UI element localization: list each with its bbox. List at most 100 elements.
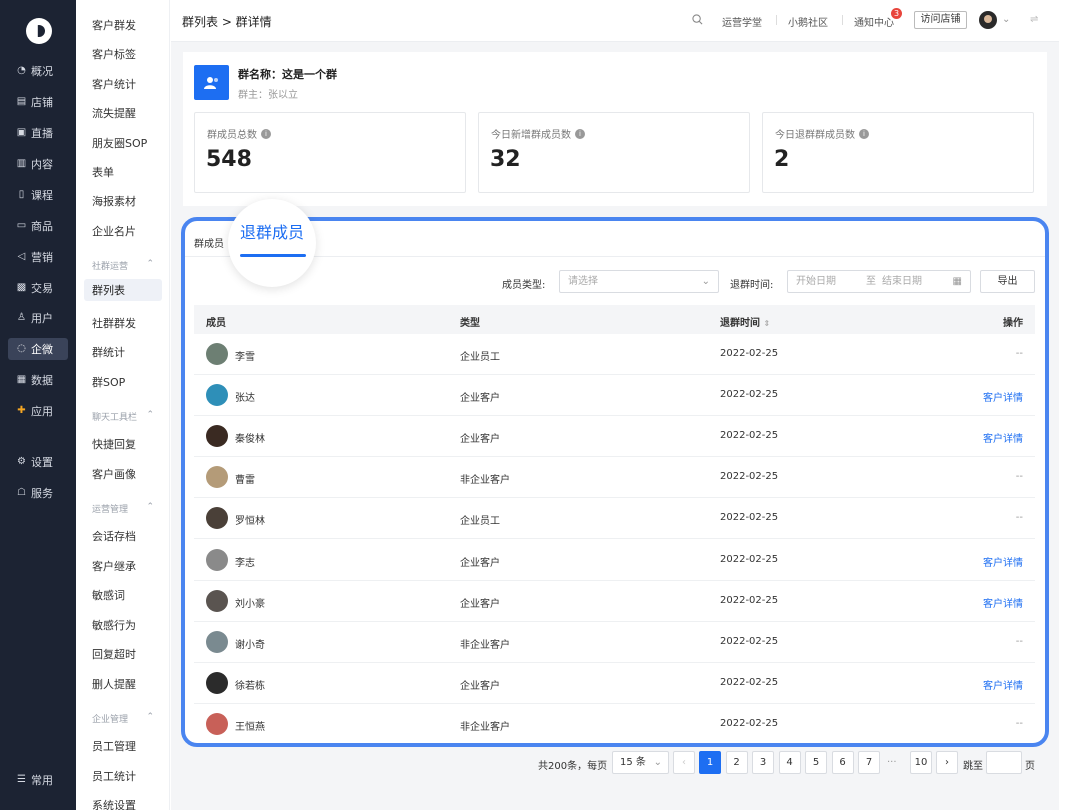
submenu-item[interactable]: 敏感行为: [92, 617, 136, 633]
nav-item-8[interactable]: ▩ 交易: [8, 277, 68, 299]
customer-detail-link[interactable]: 客户详情: [983, 430, 1023, 445]
submenu-item[interactable]: 客户群发: [92, 17, 136, 33]
quit-date: 2022-02-25: [720, 635, 779, 647]
submenu-item[interactable]: 删人提醒: [92, 676, 136, 692]
member-type-select[interactable]: 请选择 ⌄: [559, 270, 719, 293]
submenu-group-title[interactable]: 聊天工具栏 ⌃: [92, 410, 154, 423]
member-name: 李志: [235, 557, 255, 569]
book-icon: ▯: [18, 189, 25, 200]
nav-item-5[interactable]: ▯ 课程: [8, 184, 68, 206]
submenu-item[interactable]: 表单: [92, 164, 114, 180]
submenu-item[interactable]: 社群群发: [92, 315, 136, 331]
chevron-down-icon[interactable]: ⌄: [1002, 14, 1010, 25]
jump-page-input[interactable]: [986, 751, 1022, 774]
submenu-group-title[interactable]: 运营管理 ⌃: [92, 502, 154, 515]
nav-item-label: 店铺: [31, 96, 53, 109]
nav-item-common[interactable]: ☰ 常用: [8, 769, 68, 791]
submenu-item[interactable]: 敏感词: [92, 587, 125, 603]
nav-item-3[interactable]: ▣ 直播: [8, 122, 68, 144]
export-button[interactable]: 导出: [980, 270, 1035, 293]
link-academy[interactable]: 运营学堂: [722, 14, 762, 29]
submenu-item[interactable]: 员工管理: [92, 738, 136, 754]
page-button[interactable]: 6: [831, 751, 854, 774]
link-community[interactable]: 小鹅社区: [788, 14, 828, 29]
nav-item-label: 数据: [31, 374, 53, 387]
submenu-item[interactable]: 海报素材: [92, 193, 136, 209]
col-quit-time[interactable]: 退群时间 ⇕: [720, 314, 770, 329]
tab-quit-members[interactable]: 退群成员: [240, 219, 304, 243]
link-notifications[interactable]: 通知中心: [854, 14, 894, 29]
stat-value: 548: [206, 147, 252, 172]
start-date-input[interactable]: 开始日期: [796, 276, 836, 287]
page-button[interactable]: 7: [858, 751, 880, 774]
nav-item-4[interactable]: ▥ 内容: [8, 153, 68, 175]
nav-item-13[interactable]: ⚙ 设置: [8, 451, 68, 473]
submenu-item[interactable]: 回复超时: [92, 646, 136, 662]
submenu-item[interactable]: 群SOP: [92, 374, 125, 390]
page-button[interactable]: 3: [752, 751, 774, 774]
submenu-item[interactable]: 群统计: [92, 344, 125, 360]
stat-label: 今日新增群成员数 i: [491, 126, 585, 141]
info-icon[interactable]: i: [859, 128, 869, 139]
page-button[interactable]: 5: [805, 751, 827, 774]
sort-icon[interactable]: ⇕: [763, 319, 770, 328]
table-header: 成员 类型 退群时间 ⇕ 操作: [194, 305, 1035, 334]
tab-members[interactable]: 群成员: [194, 235, 224, 250]
avatar: [206, 712, 228, 735]
page-button[interactable]: 10: [910, 751, 932, 774]
page-size-select[interactable]: 15 条 ⌄: [612, 751, 669, 774]
quit-date: 2022-02-25: [720, 553, 779, 565]
avatar[interactable]: [979, 11, 997, 29]
member-type: 企业客户: [460, 434, 500, 446]
customer-detail-link[interactable]: 客户详情: [983, 554, 1023, 569]
submenu-item[interactable]: 会话存档: [92, 528, 136, 544]
clock-icon: ◔: [17, 65, 26, 76]
customer-detail-link[interactable]: 客户详情: [983, 389, 1023, 404]
switch-icon[interactable]: ⇌: [1030, 14, 1038, 25]
nav-item-1[interactable]: ◔ 概况: [8, 60, 68, 82]
nav-item-label: 设置: [31, 456, 53, 469]
submenu-item[interactable]: 群列表: [84, 279, 162, 301]
member-type-label: 成员类型:: [502, 280, 546, 291]
next-page-button[interactable]: ›: [936, 751, 958, 774]
submenu-item[interactable]: 快捷回复: [92, 436, 136, 452]
submenu-group-title[interactable]: 企业管理 ⌃: [92, 712, 154, 725]
prev-page-button[interactable]: ‹: [673, 751, 695, 774]
stat-card: 群成员总数 i 548: [194, 112, 466, 193]
search-icon[interactable]: [692, 14, 703, 28]
end-date-input[interactable]: 结束日期: [882, 271, 922, 292]
info-icon[interactable]: i: [261, 128, 271, 139]
submenu-item[interactable]: 企业名片: [92, 223, 136, 239]
submenu-group-title[interactable]: 社群运营 ⌃: [92, 259, 154, 272]
app-logo[interactable]: [26, 18, 52, 44]
nav-item-14[interactable]: ☖ 服务: [8, 482, 68, 504]
submenu-item[interactable]: 员工统计: [92, 768, 136, 784]
nav-item-10[interactable]: ◌ 企微: [8, 338, 68, 360]
chevron-down-icon: ⌄: [701, 276, 710, 287]
date-range-picker[interactable]: 开始日期 至 结束日期 ▦: [787, 270, 971, 293]
info-icon[interactable]: i: [575, 128, 585, 139]
submenu-item[interactable]: 客户统计: [92, 76, 136, 92]
submenu-item[interactable]: 客户标签: [92, 46, 136, 62]
submenu-item[interactable]: 系统设置: [92, 797, 136, 810]
main-content: 群列表 > 群详情 运营学堂 小鹅社区 通知中心 3 访问店铺 ⌄ ⇌ 群名称：…: [171, 0, 1059, 810]
avatar: [206, 589, 228, 612]
nav-item-12[interactable]: ✚ 应用: [8, 400, 68, 422]
breadcrumb[interactable]: 群列表 > 群详情: [182, 13, 272, 30]
nav-item-6[interactable]: ▭ 商品: [8, 215, 68, 237]
customer-detail-link[interactable]: 客户详情: [983, 595, 1023, 610]
submenu-item[interactable]: 流失提醒: [92, 105, 136, 121]
nav-item-2[interactable]: ▤ 店铺: [8, 91, 68, 113]
nav-item-11[interactable]: ▦ 数据: [8, 369, 68, 391]
customer-detail-link[interactable]: 客户详情: [983, 677, 1023, 692]
nav-item-9[interactable]: ♙ 用户: [8, 307, 68, 329]
visit-store-button[interactable]: 访问店铺: [914, 11, 967, 29]
submenu-item[interactable]: 朋友圈SOP: [92, 135, 147, 151]
submenu-item[interactable]: 客户继承: [92, 558, 136, 574]
page-button[interactable]: 1: [699, 751, 721, 774]
page-button[interactable]: 2: [725, 751, 748, 774]
window-edge: [1059, 0, 1080, 810]
submenu-item[interactable]: 客户画像: [92, 466, 136, 482]
page-button[interactable]: 4: [778, 751, 801, 774]
nav-item-7[interactable]: ◁ 营销: [8, 246, 68, 268]
